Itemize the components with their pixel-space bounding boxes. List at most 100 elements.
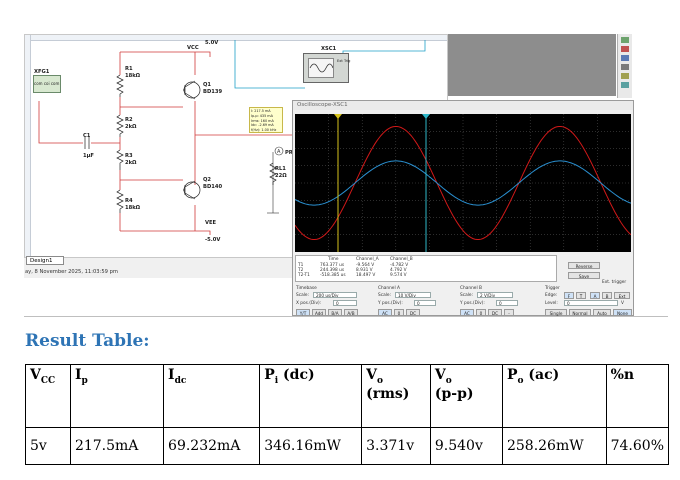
channel-b-scale-label: Scale:: [460, 293, 474, 298]
header-main: P: [506, 367, 518, 383]
trigger-source-ext-button[interactable]: Ext: [614, 292, 630, 299]
q1-name: Q1: [203, 82, 212, 88]
mode-add-button[interactable]: Add: [312, 309, 326, 316]
trigger-edge-label: Edge:: [545, 293, 558, 298]
xsc-terminals: Ext Trig: [337, 59, 351, 63]
header-tail: (ac): [523, 367, 560, 383]
trigger-none-button[interactable]: None: [613, 309, 632, 316]
channel-a-ypos-label: Y pos.(Div):: [378, 301, 403, 306]
header-vo-rms: Vo (rms): [361, 364, 431, 428]
toolbar-icon[interactable]: [621, 55, 629, 61]
vcc-label: VCC: [187, 45, 199, 51]
header-po-ac: Po (ac): [501, 364, 607, 428]
save-button[interactable]: Save: [568, 272, 600, 279]
header-efficiency: %n: [605, 364, 670, 428]
cell-vcc: 5v: [25, 427, 71, 465]
probe-readout: I: 217.5 mA Ip-p: 435 mA Irms: 160 mA Id…: [249, 107, 283, 133]
header-sub: o: [445, 375, 452, 386]
edge-falling-button[interactable]: F: [564, 292, 574, 299]
header-sub: p: [81, 375, 88, 386]
trigger-source-a-button[interactable]: A: [590, 292, 600, 299]
toolbar-icon[interactable]: [621, 37, 629, 43]
trigger-source-b-button[interactable]: B: [602, 292, 612, 299]
toolbar-icon[interactable]: [621, 64, 629, 70]
r3-name: R3: [125, 153, 133, 159]
xpos-input[interactable]: 0: [333, 300, 357, 306]
result-table-heading: Result Table:: [25, 331, 150, 351]
header-vo-pp: Vo (p-p): [429, 364, 503, 428]
tab-design1[interactable]: Design1: [26, 256, 64, 265]
timebase-scale-input[interactable]: 200 us/Div: [313, 292, 357, 298]
channel-b-scale-input[interactable]: 2 V/Div: [477, 292, 513, 298]
q2-name: Q2: [203, 177, 212, 183]
cell-efficiency: 74.60%: [605, 427, 670, 465]
channel-a-scale-label: Scale:: [378, 293, 392, 298]
screenshot-bottom-border: [24, 316, 668, 317]
edge-rising-button[interactable]: Ť: [576, 292, 586, 299]
mode-ba-button[interactable]: B/A: [328, 309, 342, 316]
header-main: V: [366, 367, 377, 383]
header-main: V: [30, 367, 41, 383]
toolbar-icon[interactable]: [621, 73, 629, 79]
readout-header-a: Channel_A: [356, 257, 379, 262]
reverse-button[interactable]: Reverse: [568, 262, 600, 269]
vcc-value: 5.0V: [205, 40, 219, 46]
header-main: P: [264, 367, 275, 383]
xfg-label: XFG1: [34, 69, 50, 75]
channel-a-ypos-input[interactable]: 0: [414, 300, 436, 306]
vee-label: VEE: [205, 220, 217, 226]
toolbar-icon[interactable]: [621, 82, 629, 88]
timebase-label: Timebase: [296, 286, 317, 291]
channel-a-zero-button[interactable]: 0: [394, 309, 404, 316]
instrument-toolbar[interactable]: [617, 34, 632, 98]
r2-value: 2kΩ: [125, 124, 137, 130]
readout-delta-time: -518.385 us: [320, 273, 346, 278]
trigger-auto-button[interactable]: Auto: [593, 309, 611, 316]
channel-b-invert-button[interactable]: -: [504, 309, 514, 316]
readout-header-time: Time: [328, 257, 339, 262]
channel-b-ac-button[interactable]: AC: [460, 309, 474, 316]
trigger-level-unit: V: [621, 301, 624, 306]
header-second-line: (rms): [366, 385, 410, 402]
trigger-normal-button[interactable]: Normal: [569, 309, 591, 316]
channel-a-label: Channel A: [378, 286, 400, 291]
trigger-single-button[interactable]: Single: [545, 309, 567, 316]
cell-idc: 69.232mA: [163, 427, 261, 465]
toolbar-icon[interactable]: [621, 46, 629, 52]
header-sub: o: [376, 375, 383, 386]
header-sub: dc: [174, 375, 187, 386]
cursor-t1-handle: [334, 114, 342, 119]
channel-a-dc-button[interactable]: DC: [406, 309, 420, 316]
probe-readout-line: f(Hz): 1.00 kHz: [251, 128, 277, 133]
header-tail: (dc): [278, 367, 315, 383]
vee-value: -5.0V: [205, 237, 221, 243]
channel-b-ypos-input[interactable]: 0: [496, 300, 518, 306]
channel-a-ac-button[interactable]: AC: [378, 309, 392, 316]
xfg-terminals: com coi com: [34, 81, 60, 86]
readout-delta-a: 18.497 V: [356, 273, 376, 278]
mode-yt-button[interactable]: Y/T: [296, 309, 310, 316]
result-header-row: VCC Ip Idc Pi (dc) Vo (rms) Vo (p-p) Po (a…: [25, 364, 670, 428]
cell-vo-pp: 9.540v: [429, 427, 503, 465]
header-main: V: [434, 367, 446, 383]
timebase-scale-label: Scale:: [296, 293, 310, 298]
xsc-label: XSC1: [321, 46, 337, 52]
cell-ip: 217.5mA: [69, 427, 165, 465]
header-pi-dc: Pi (dc): [259, 364, 363, 428]
channel-a-scale-input[interactable]: 10 V/Div: [395, 292, 431, 298]
trigger-level-input[interactable]: 0: [564, 300, 618, 306]
ext-trigger-label: Ext. trigger: [602, 280, 627, 285]
header-sub: CC: [40, 375, 56, 386]
readout-delta-b: 9.574 V: [390, 273, 407, 278]
mode-ab-button[interactable]: A/B: [344, 309, 358, 316]
status-bar-text: ay, 8 November 2025, 11:03:59 pm: [24, 268, 293, 277]
r4-name: R4: [125, 198, 133, 204]
r1-name: R1: [125, 66, 133, 72]
channel-b-zero-button[interactable]: 0: [476, 309, 486, 316]
header-second-line: (p-p): [434, 385, 474, 402]
readout-header-b: Channel_B: [390, 257, 413, 262]
oscilloscope-title: Oscilloscope-XSC1: [293, 101, 633, 110]
channel-b-ypos-label: Y pos.(Div):: [460, 301, 485, 306]
channel-b-dc-button[interactable]: DC: [488, 309, 502, 316]
oscilloscope-screen[interactable]: [295, 114, 631, 252]
